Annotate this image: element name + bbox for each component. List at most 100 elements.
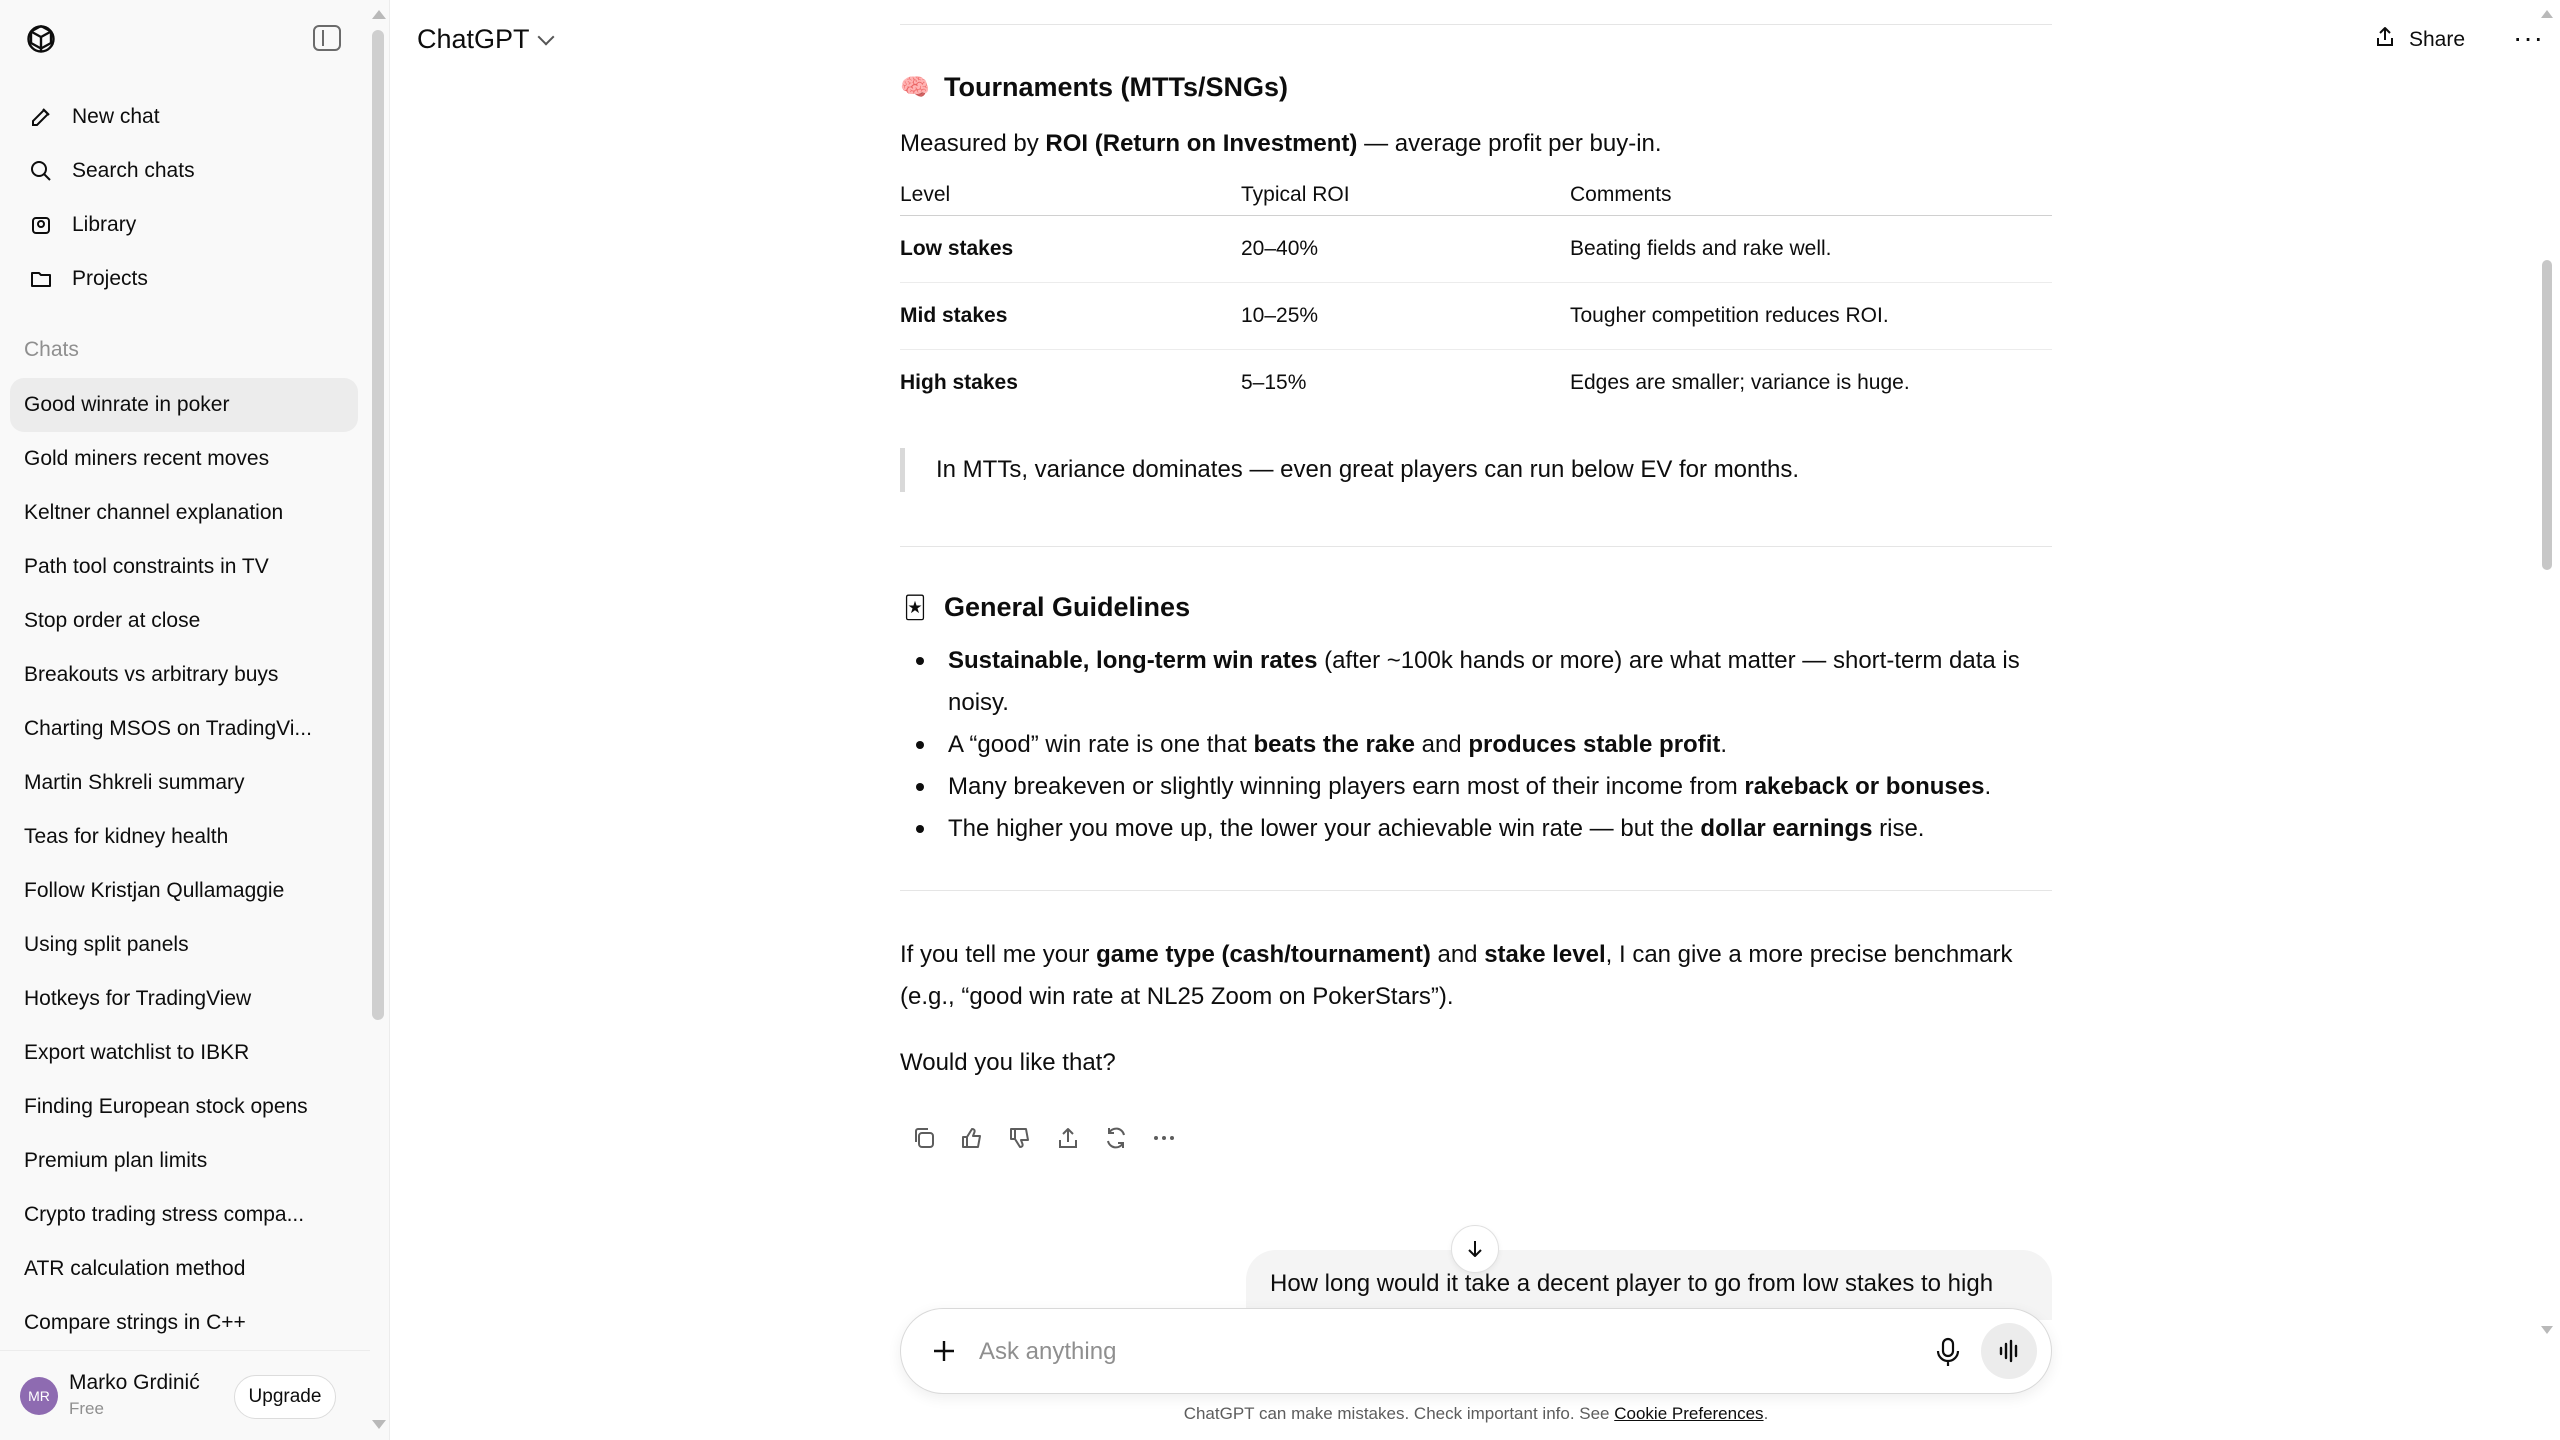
- table-cell: Tougher competition reduces ROI.: [1570, 282, 2052, 350]
- item-text: .: [1720, 731, 1728, 758]
- sidebar-toggle-icon[interactable]: [313, 25, 341, 51]
- more-options-icon[interactable]: ···: [2513, 22, 2544, 54]
- model-name: ChatGPT: [417, 24, 530, 54]
- voice-waveform-icon: [1999, 1339, 2018, 1363]
- scroll-to-bottom-button[interactable]: [1451, 1225, 1499, 1273]
- nav-label-new-chat: New chat: [72, 105, 160, 128]
- table-header-row: Level Typical ROI Comments: [900, 175, 2052, 216]
- prompt-input[interactable]: [979, 1329, 1859, 1375]
- divider: [900, 890, 2052, 891]
- regenerate-icon[interactable]: [1092, 1120, 1140, 1156]
- table-cell: 5–15%: [1241, 370, 1307, 394]
- table-cell: 20–40%: [1241, 215, 1570, 283]
- chat-history-item[interactable]: Charting MSOS on TradingVi...: [10, 702, 358, 756]
- chat-history-item[interactable]: ATR calculation method: [10, 1242, 358, 1296]
- nav-label-search-chats: Search chats: [72, 159, 195, 182]
- table-cell: Beating fields and rake well.: [1570, 215, 2052, 283]
- chat-history-item[interactable]: Finding European stock opens: [10, 1080, 358, 1134]
- table-row: Mid stakes 10–25% Tougher competition re…: [900, 282, 2052, 350]
- chat-history-item[interactable]: Hotkeys for TradingView: [10, 972, 358, 1026]
- table-cell: 10–25%: [1241, 282, 1570, 350]
- table-row: High stakes 5–15% Edges are smaller; var…: [900, 349, 2052, 416]
- column-header: Level: [900, 175, 1241, 216]
- library-icon: [26, 210, 56, 240]
- chat-history-list: Good winrate in poker Gold miners recent…: [10, 378, 358, 1350]
- bold-text: dollar earnings: [1700, 815, 1873, 842]
- plus-icon[interactable]: [929, 1336, 959, 1366]
- share-button[interactable]: Share: [2373, 22, 2465, 58]
- search-chats-button[interactable]: Search chats: [10, 144, 360, 198]
- divider: [900, 24, 2052, 25]
- closing-question: Would you like that?: [900, 1049, 1116, 1076]
- bold-text: rakeback or bonuses: [1744, 773, 1985, 800]
- chat-history-item[interactable]: Keltner channel explanation: [10, 486, 358, 540]
- copy-icon[interactable]: [900, 1120, 948, 1156]
- more-icon[interactable]: [1140, 1120, 1188, 1156]
- chevron-down-icon: [537, 28, 555, 45]
- item-text: A “good” win rate is one that: [948, 731, 1254, 758]
- model-selector[interactable]: ChatGPT: [417, 24, 555, 55]
- roi-table: Level Typical ROI Comments Low stakes 20…: [900, 175, 2052, 416]
- share-label: Share: [2409, 28, 2466, 51]
- avatar[interactable]: MR: [20, 1377, 58, 1415]
- user-account-area[interactable]: MR Marko Grdinić Free Upgrade: [0, 1350, 370, 1440]
- bold-text: game type (cash/tournament): [1096, 941, 1431, 968]
- chat-history-item[interactable]: Compare strings in C++: [10, 1296, 358, 1350]
- chat-history-item[interactable]: Export watchlist to IBKR: [10, 1026, 358, 1080]
- heading-text: General Guidelines: [944, 592, 1191, 622]
- chat-history-item[interactable]: Martin Shkreli summary: [10, 756, 358, 810]
- bold-text: beats the rake: [1253, 731, 1415, 758]
- new-chat-button[interactable]: New chat: [10, 90, 360, 144]
- microphone-icon[interactable]: [1932, 1335, 1964, 1369]
- tournaments-intro: Measured by ROI (Return on Investment) —…: [900, 123, 2052, 165]
- share-icon: [2373, 25, 2397, 55]
- divider: [900, 546, 2052, 547]
- disclaimer: ChatGPT can make mistakes. Check importa…: [900, 1404, 2052, 1424]
- brain-icon: 🧠: [900, 74, 930, 101]
- item-text: Many breakeven or slightly winning playe…: [948, 773, 1745, 800]
- chat-history-item[interactable]: Using split panels: [10, 918, 358, 972]
- closing-text: If you tell me your: [900, 941, 1097, 968]
- chat-history-item[interactable]: Teas for kidney health: [10, 810, 358, 864]
- main-scrollbar[interactable]: [2542, 260, 2552, 570]
- chat-history-item[interactable]: Premium plan limits: [10, 1134, 358, 1188]
- closing-paragraph: If you tell me your game type (cash/tour…: [900, 934, 2052, 1018]
- projects-icon: [26, 264, 56, 294]
- cookie-preferences-link[interactable]: Cookie Preferences: [1614, 1404, 1763, 1423]
- thumbs-up-icon[interactable]: [948, 1120, 996, 1156]
- chat-history-item[interactable]: Good winrate in poker: [10, 378, 358, 432]
- arrow-down-icon: [1468, 1241, 1482, 1257]
- sidebar-scrollbar-thumb[interactable]: [372, 30, 384, 1020]
- openai-logo-icon[interactable]: [24, 22, 58, 56]
- chat-history-item[interactable]: Path tool constraints in TV: [10, 540, 358, 594]
- list-item: A “good” win rate is one that beats the …: [900, 724, 2052, 766]
- thumbs-down-icon[interactable]: [996, 1120, 1044, 1156]
- closing-text: and: [1430, 941, 1485, 968]
- list-item: Many breakeven or slightly winning playe…: [900, 766, 2052, 808]
- sidebar-scroll-down-arrow[interactable]: [372, 1420, 386, 1429]
- library-button[interactable]: Library: [10, 198, 360, 252]
- chat-history-item[interactable]: Stop order at close: [10, 594, 358, 648]
- disclaimer-end: .: [1763, 1404, 1769, 1423]
- list-item: Sustainable, long-term win rates (after …: [900, 640, 2052, 724]
- disclaimer-text: ChatGPT can make mistakes. Check importa…: [1183, 1404, 1615, 1423]
- sidebar-scrollbar[interactable]: [372, 30, 384, 1020]
- composer: [900, 1308, 2052, 1394]
- main-scroll-down-arrow[interactable]: [2541, 1326, 2553, 1334]
- table-row: Low stakes 20–40% Beating fields and rak…: [900, 215, 2052, 283]
- upgrade-button[interactable]: Upgrade: [234, 1375, 336, 1419]
- item-text: The higher you move up, the lower your a…: [948, 815, 1701, 842]
- projects-button[interactable]: Projects: [10, 252, 360, 306]
- share-icon[interactable]: [1044, 1120, 1092, 1156]
- chat-history-item[interactable]: Breakouts vs arbitrary buys: [10, 648, 358, 702]
- chat-history-item[interactable]: Crypto trading stress compa...: [10, 1188, 358, 1242]
- table-cell: Mid stakes: [900, 282, 1241, 350]
- top-bar: ChatGPT Share ···: [391, 0, 2560, 80]
- section-heading-tournaments: 🧠 Tournaments (MTTs/SNGs): [900, 72, 1288, 103]
- nav-label-library: Library: [72, 213, 137, 236]
- sidebar-scroll-up-arrow[interactable]: [372, 10, 386, 19]
- chat-history-item[interactable]: Follow Kristjan Qullamaggie: [10, 864, 358, 918]
- chat-history-item[interactable]: Gold miners recent moves: [10, 432, 358, 486]
- voice-mode-button[interactable]: [1981, 1323, 2037, 1379]
- main-scroll-up-arrow[interactable]: [2541, 10, 2553, 18]
